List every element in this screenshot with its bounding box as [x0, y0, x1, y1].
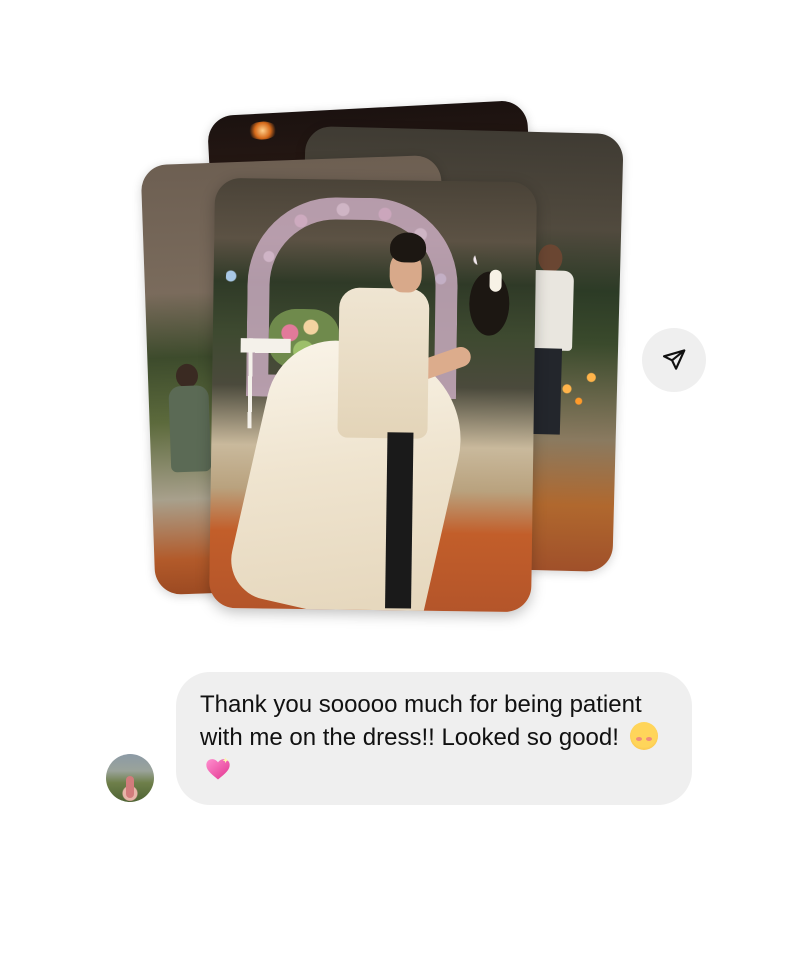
candle-lights — [548, 352, 610, 414]
seated-guest-figure — [166, 363, 214, 474]
dm-thread: Thank you sooooo much for being patient … — [0, 0, 800, 957]
groom-figure — [327, 231, 432, 612]
photo-card-front[interactable] — [209, 177, 537, 613]
share-button[interactable] — [642, 328, 706, 392]
message-bubble[interactable]: Thank you sooooo much for being patient … — [176, 672, 692, 805]
light-glow — [247, 120, 279, 141]
sparkling-heart-icon — [204, 755, 232, 783]
smiling-face-with-hearts-icon — [629, 722, 658, 750]
photo-carousel-stack[interactable] — [0, 0, 800, 640]
sender-avatar[interactable] — [106, 754, 154, 802]
paper-plane-icon — [662, 349, 686, 370]
message-text: Thank you sooooo much for being patient … — [200, 691, 642, 751]
